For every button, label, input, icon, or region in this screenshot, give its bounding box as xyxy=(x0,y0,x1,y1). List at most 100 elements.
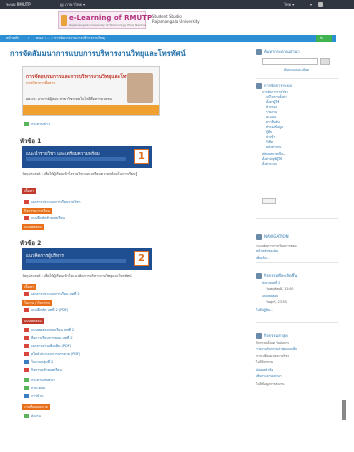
section-1-banner: แนะนำรายวิชา และเตรียมความพร้อม 1 xyxy=(22,146,152,168)
divider xyxy=(256,262,338,263)
calendar-icon xyxy=(256,273,262,279)
section-1-item-2[interactable]: แบบฝึกหัดท้ายบทเรียน xyxy=(24,216,65,221)
recent-activity-heading: กิจกรรมล่าสุด xyxy=(256,332,288,339)
navigation-icon xyxy=(256,234,262,240)
recent-line-3: การเปลี่ยนแปลงรายวิชา xyxy=(256,354,290,358)
recent-line-5[interactable]: อัปเดตหัวข้อ xyxy=(256,368,273,373)
forum-icon xyxy=(24,378,29,382)
section-2-banner: แนวคิดการผู้บริหาร 2 xyxy=(22,248,152,270)
section-2-last-item-label: ส่งงาน xyxy=(31,414,41,418)
section-1-number: 1 xyxy=(134,149,149,164)
section-2-list-item-2[interactable]: สื่อการเรียนการสอน บทที่ 2 xyxy=(24,336,73,341)
news-forum-link[interactable]: กระดานข่าว xyxy=(24,122,50,127)
user-menu[interactable]: ▾ xyxy=(310,2,312,7)
breadcrumb-path[interactable]: คณะ › ... › การจัดการงานการบริการงานวิทย… xyxy=(36,36,105,41)
section-2-list-item-6[interactable]: กิจกรรมท้ายบทเรียน xyxy=(24,368,62,373)
language-selector[interactable]: ไทย ▾ xyxy=(284,2,294,7)
section-1-item-1[interactable]: เอกสารประกอบการเรียนรายวิชา xyxy=(24,200,81,205)
main-content: การจัดสัมมนาการแบบการบริหารงานวิทยุและโท… xyxy=(10,48,250,448)
section-2-list-item-3-label: เอกสารอ่านเพิ่มเติม (PDF) xyxy=(31,344,72,348)
event-2-link[interactable]: แบบทดสอบ xyxy=(262,294,278,299)
search-forums-heading: ค้นหากระดานเสวนา xyxy=(256,48,300,55)
elearning-title: e-Learning of RMUTP xyxy=(69,14,153,22)
section-2-item-1[interactable]: เอกสารประกอบการเรียน บทที่ 2 xyxy=(24,292,80,297)
section-2-banner-title: แนวคิดการผู้บริหาร xyxy=(26,254,64,259)
forum-icon xyxy=(24,414,29,418)
section-2-description: วัตถุประสงค์ : เพื่อให้ผู้เรียนเข้าใจแนว… xyxy=(22,274,132,278)
event-2-date: วันศุกร์, 23:55 xyxy=(266,300,287,304)
avatar[interactable] xyxy=(318,2,323,7)
divider xyxy=(256,78,338,79)
banner-stripe xyxy=(23,105,159,115)
admin-item-11[interactable]: คลังคำถาม xyxy=(266,145,281,150)
top-navbar: ระบบ RMUTP ▤ ภาษาไทย ▾ ไทย ▾ ▾ xyxy=(0,0,354,9)
pdf-icon xyxy=(24,336,29,340)
recent-line-6[interactable]: เพิ่มกระดานเสวนา xyxy=(256,374,281,379)
student-studio-link[interactable]: Student Studio Rajamangala University xyxy=(152,14,200,24)
scrollbar-thumb[interactable] xyxy=(342,400,346,420)
teacher-photo xyxy=(127,73,153,103)
section-2-item-2[interactable]: แบบฝึกหัด บทที่ 2 (PDF) xyxy=(24,308,68,313)
divider xyxy=(256,322,338,323)
administration-heading: การจัดการระบบ xyxy=(256,82,292,89)
pdf-icon xyxy=(24,292,29,296)
language-menu[interactable]: ▤ ภาษาไทย ▾ xyxy=(60,2,85,7)
pdf-icon xyxy=(24,308,29,312)
pdf-icon xyxy=(24,200,29,204)
site-logo[interactable]: ระบบ RMUTP xyxy=(6,2,31,7)
breadcrumb-separator: › xyxy=(28,36,30,40)
search-admin-button[interactable] xyxy=(262,198,276,204)
navigation-line-2[interactable]: หน้าหลักของฉัน xyxy=(256,249,278,254)
page-icon xyxy=(24,360,29,364)
section-2-item-1-label: เอกสารประกอบการเรียน บทที่ 2 xyxy=(31,292,80,296)
breadcrumb-home[interactable]: หน้าหลัก xyxy=(6,36,19,41)
section-2-last-item[interactable]: ส่งงาน xyxy=(24,414,41,419)
search-input[interactable] xyxy=(262,58,318,65)
event-1-link[interactable]: ส่งงานบทที่ 2 xyxy=(262,281,280,286)
section-2-list-item-5-label: ใบงานกลุ่มที่ 2 xyxy=(31,360,54,364)
pdf-icon xyxy=(24,344,29,348)
section-2-banner-line xyxy=(26,259,126,263)
section-2-list-item-3[interactable]: เอกสารอ่านเพิ่มเติม (PDF) xyxy=(24,344,71,349)
section-2-list-item-1[interactable]: แบบทดสอบก่อนเรียน บทที่ 2 xyxy=(24,328,74,333)
navigation-toggle-button[interactable]: ⇆ xyxy=(316,35,332,42)
section-2-list-item-2-label: สื่อการเรียนการสอน บทที่ 2 xyxy=(31,336,73,340)
section-2-tag-test: แบบทดสอบ xyxy=(22,318,44,324)
section-2-number: 2 xyxy=(134,251,149,266)
advanced-search-link[interactable]: ค้นหาแบบละเอียด xyxy=(284,68,309,73)
section-1-description: วัตถุประสงค์ : เพื่อให้ผู้เรียนเข้าใจราย… xyxy=(22,172,138,176)
recent-line-7: ไม่มีข้อมูลการส่งงาน xyxy=(256,382,285,386)
divider xyxy=(256,218,338,219)
section-2-forum-2[interactable]: ถาม-ตอบ xyxy=(24,386,45,391)
section-2-list-item-4[interactable]: สไลด์ประกอบการบรรยาย (PDF) xyxy=(24,352,80,357)
site-admin-link[interactable]: ตั้งค่าระบบ xyxy=(262,162,277,167)
section-2-list-item-5[interactable]: ใบงานกลุ่มที่ 2 xyxy=(24,360,53,365)
section-1-heading: หัวข้อ 1 xyxy=(20,138,42,145)
pdf-icon xyxy=(24,352,29,356)
goto-calendar-link[interactable]: ไปที่ปฏิทิน... xyxy=(256,308,273,313)
section-2-list-item-6-label: กิจกรรมท้ายบทเรียน xyxy=(31,368,62,372)
student-studio-sub: Rajamangala University xyxy=(152,19,200,24)
navigation-heading: NAVIGATION xyxy=(256,234,289,240)
section-2-forum-1-label: กระดานสนทนา xyxy=(31,378,55,382)
upcoming-events-title: กิจกรรมที่จะเกิดขึ้น xyxy=(264,273,298,278)
recent-line-2[interactable]: รายงานกิจกรรมล่าสุดแบบเต็ม xyxy=(256,347,297,352)
section-2-forum-2-label: ถาม-ตอบ xyxy=(31,386,46,390)
banner-subtitle: ภาควิชาการสื่อสาร xyxy=(26,81,56,85)
section-2-tag-worksheet: ใบงาน / กิจกรรม xyxy=(22,300,52,306)
search-forums-title: ค้นหากระดานเสวนา xyxy=(264,49,300,54)
course-intro-banner: การจัดอบรมการและการบริหารงานวิทยุและโทรท… xyxy=(22,66,160,116)
administration-title: การจัดการระบบ xyxy=(264,83,292,88)
page-title: การจัดสัมมนาการแบบการบริหารงานวิทยุและโท… xyxy=(10,49,186,58)
pdf-icon xyxy=(24,216,29,220)
clock-icon xyxy=(256,333,262,339)
recent-line-4: ไม่มีกิจกรรม xyxy=(256,360,274,364)
section-2-forum-3[interactable]: การบ้าน xyxy=(24,394,44,399)
elearning-logo[interactable]: e-Learning of RMUTP Rajamangala Universi… xyxy=(58,11,152,29)
search-button[interactable] xyxy=(320,58,330,65)
navigation-more-link[interactable]: เพิ่มเติม... xyxy=(256,256,270,261)
section-2-tag-assignment: งานที่มอบหมาย xyxy=(22,404,50,410)
site-header: e-Learning of RMUTP Rajamangala Universi… xyxy=(0,9,354,31)
section-2-forum-1[interactable]: กระดานสนทนา xyxy=(24,378,55,383)
event-1-date: วันพฤหัสบดี, 12:00 xyxy=(266,287,294,291)
